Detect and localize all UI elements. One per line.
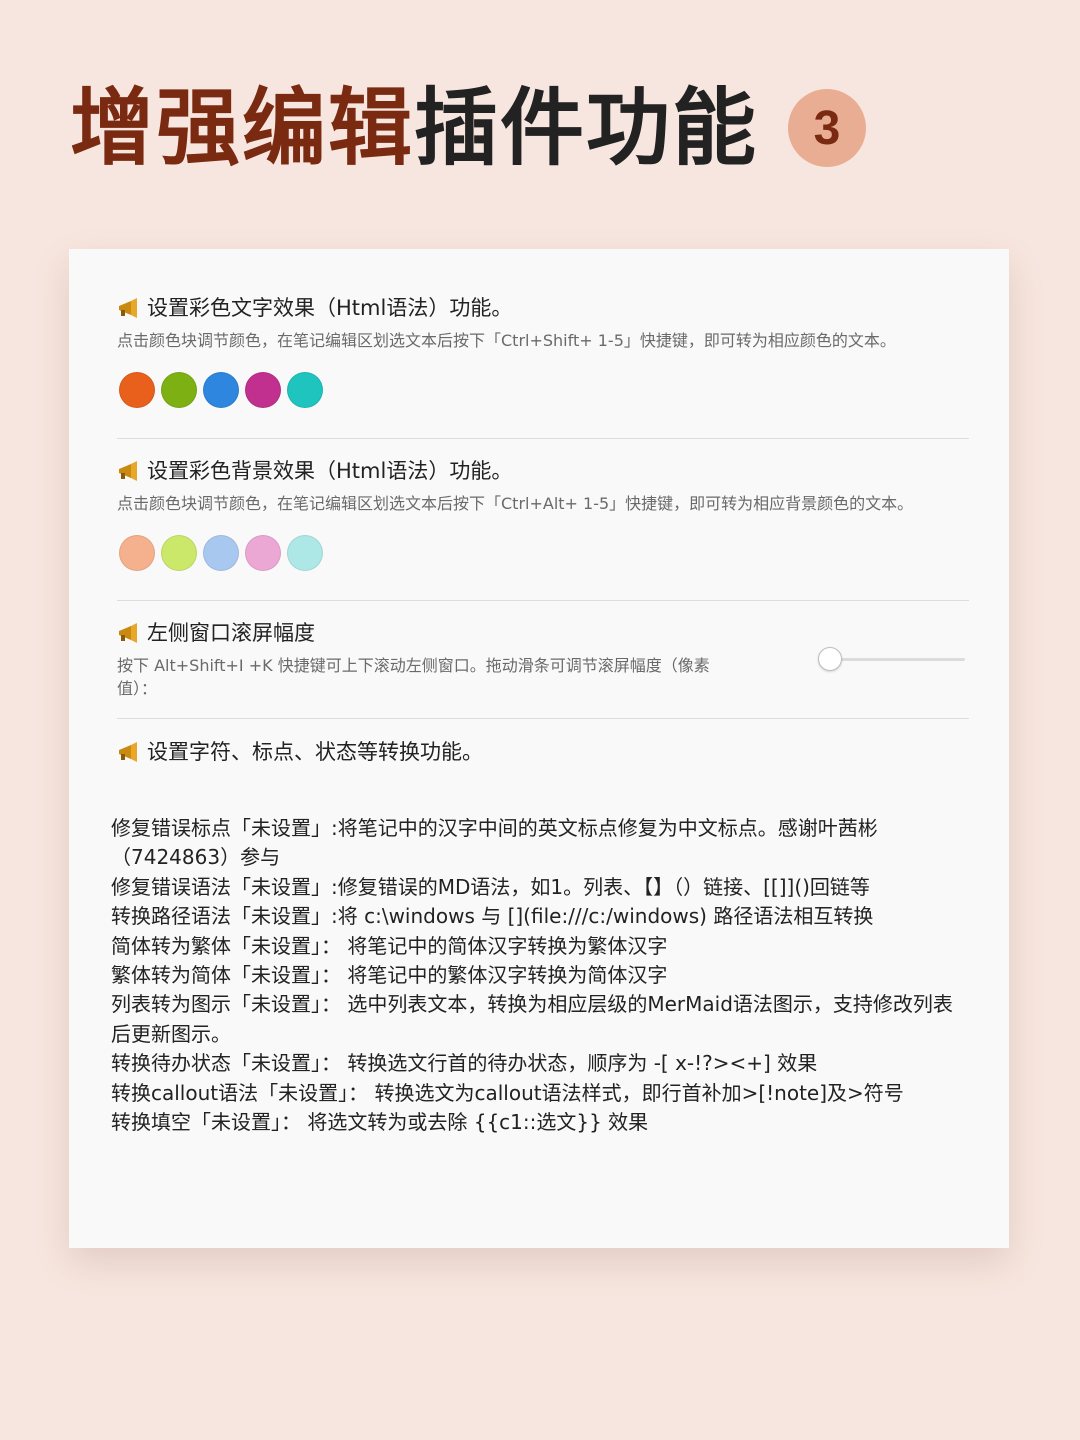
color-swatch-4[interactable] xyxy=(245,372,281,408)
list-item: 修复错误语法「未设置」:修复错误的MD语法，如1。列表、【】（）链接、[[]](… xyxy=(111,874,870,899)
list-item: 繁体转为简体「未设置」： 将笔记中的繁体汉字转换为简体汉字 xyxy=(111,963,668,988)
scroll-amount-slider[interactable] xyxy=(818,647,965,671)
bg-swatch-3[interactable] xyxy=(203,535,239,571)
section-description: 点击颜色块调节颜色，在笔记编辑区划选文本后按下「Ctrl+Shift+ 1-5」… xyxy=(117,331,896,350)
section-title: 设置字符、标点、状态等转换功能。 xyxy=(117,737,969,767)
color-swatch-1[interactable] xyxy=(119,372,155,408)
section-title: 设置彩色背景效果（Html语法）功能。 xyxy=(117,456,969,486)
page-title-part1: 增强编辑 xyxy=(70,79,415,177)
section-scroll-amount: 左侧窗口滚屏幅度 按下 Alt+Shift+I +K 快捷键可上下滚动左侧窗口。… xyxy=(117,618,737,700)
color-swatch-2[interactable] xyxy=(161,372,197,408)
megaphone-icon xyxy=(119,742,137,762)
slider-track[interactable] xyxy=(829,658,965,661)
section-divider xyxy=(117,718,969,719)
conversion-commands-list: 修复错误标点「未设置」:将笔记中的汉字中间的英文标点修复为中文标点。感谢叶茜彬（… xyxy=(111,814,971,1137)
bg-swatch-1[interactable] xyxy=(119,535,155,571)
list-item: 转换callout语法「未设置」： 转换选文为callout语法样式，即行首补加… xyxy=(111,1080,904,1105)
background-color-swatches xyxy=(119,535,969,571)
list-item: 列表转为图示「未设置」： 选中列表文本，转换为相应层级的MerMaid语法图示，… xyxy=(111,992,953,1046)
bg-swatch-5[interactable] xyxy=(287,535,323,571)
page-header: 增强编辑插件功能 3 xyxy=(70,78,867,178)
bg-swatch-2[interactable] xyxy=(161,535,197,571)
section-color-text: 设置彩色文字效果（Html语法）功能。 点击颜色块调节颜色，在笔记编辑区划选文本… xyxy=(117,293,969,408)
settings-card: 设置彩色文字效果（Html语法）功能。 点击颜色块调节颜色，在笔记编辑区划选文本… xyxy=(69,249,1009,1248)
text-color-swatches xyxy=(119,372,969,408)
section-title: 设置彩色文字效果（Html语法）功能。 xyxy=(117,293,969,323)
color-swatch-5[interactable] xyxy=(287,372,323,408)
list-item: 转换待办状态「未设置」： 转换选文行首的待办状态，顺序为 -[ x-!?><+]… xyxy=(111,1051,818,1076)
section-title-text: 设置彩色背景效果（Html语法）功能。 xyxy=(147,459,513,483)
slider-thumb[interactable] xyxy=(818,647,842,671)
page-title-part2: 插件功能 xyxy=(414,79,759,177)
section-color-background: 设置彩色背景效果（Html语法）功能。 点击颜色块调节颜色，在笔记编辑区划选文本… xyxy=(117,456,969,571)
section-divider xyxy=(117,438,969,439)
color-swatch-3[interactable] xyxy=(203,372,239,408)
section-divider xyxy=(117,600,969,601)
section-title-text: 设置彩色文字效果（Html语法）功能。 xyxy=(147,296,513,320)
section-title-text: 左侧窗口滚屏幅度 xyxy=(147,621,315,645)
page-title: 增强编辑插件功能 xyxy=(70,78,758,178)
megaphone-icon xyxy=(119,623,137,643)
megaphone-icon xyxy=(119,298,137,318)
bg-swatch-4[interactable] xyxy=(245,535,281,571)
megaphone-icon xyxy=(119,461,137,481)
list-item: 转换路径语法「未设置」:将 c:\windows 与 [](file:///c:… xyxy=(111,904,874,929)
list-item: 修复错误标点「未设置」:将笔记中的汉字中间的英文标点修复为中文标点。感谢叶茜彬（… xyxy=(111,816,878,870)
section-title-text: 设置字符、标点、状态等转换功能。 xyxy=(147,740,483,764)
section-description: 按下 Alt+Shift+I +K 快捷键可上下滚动左侧窗口。拖动滑条可调节滚屏… xyxy=(117,656,710,698)
section-description: 点击颜色块调节颜色，在笔记编辑区划选文本后按下「Ctrl+Alt+ 1-5」快捷… xyxy=(117,494,914,513)
number-badge: 3 xyxy=(788,89,867,167)
section-conversion: 设置字符、标点、状态等转换功能。 xyxy=(117,737,969,767)
section-title: 左侧窗口滚屏幅度 xyxy=(117,618,737,648)
list-item: 转换填空「未设置」： 将选文转为或去除 {{c1::选文}} 效果 xyxy=(111,1110,649,1135)
list-item: 简体转为繁体「未设置」： 将笔记中的简体汉字转换为繁体汉字 xyxy=(111,933,668,958)
